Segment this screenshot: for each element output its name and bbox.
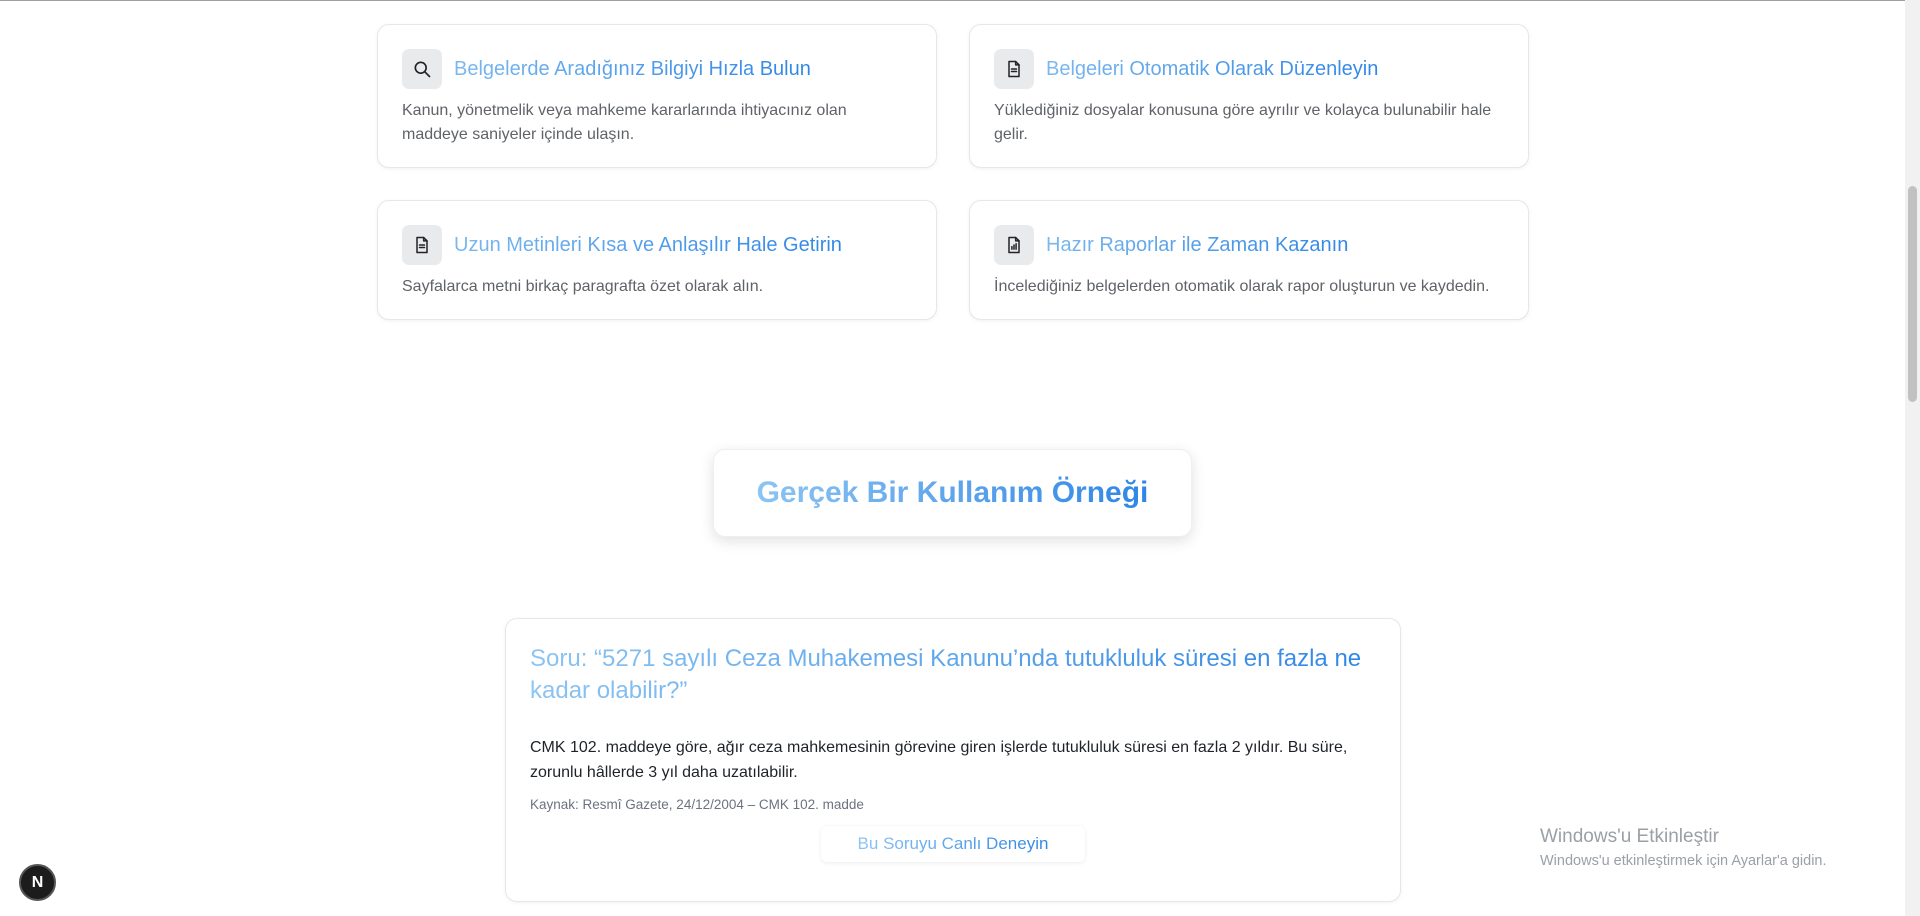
example-source: Kaynak: Resmî Gazete, 24/12/2004 – CMK 1…	[530, 797, 864, 812]
watermark-title: Windows'u Etkinleştir	[1540, 826, 1719, 847]
document-icon	[994, 49, 1034, 89]
nextjs-badge[interactable]: N	[19, 864, 56, 901]
example-question: Soru: “5271 sayılı Ceza Muhakemesi Kanun…	[530, 643, 1376, 707]
search-icon	[402, 49, 442, 89]
top-divider	[0, 0, 1905, 1]
feature-card-search: Belgelerde Aradığınız Bilgiyi Hızla Bulu…	[377, 24, 937, 168]
feature-title: Belgelerde Aradığınız Bilgiyi Hızla Bulu…	[454, 57, 811, 80]
feature-description: Sayfalarca metni birkaç paragrafta özet …	[402, 278, 764, 295]
watermark-subtitle: Windows'u etkinleştirmek için Ayarlar'a …	[1540, 853, 1827, 869]
page-scrollbar[interactable]	[1905, 0, 1920, 916]
section-heading: Gerçek Bir Kullanım Örneği	[713, 449, 1192, 537]
try-question-button[interactable]: Bu Soruyu Canlı Deneyin	[821, 826, 1085, 862]
feature-description: İncelediğiniz belgelerden otomatik olara…	[994, 278, 1490, 295]
feature-card-reports: Hazır Raporlar ile Zaman Kazanın İnceled…	[969, 200, 1529, 320]
example-card: Soru: “5271 sayılı Ceza Muhakemesi Kanun…	[505, 618, 1401, 902]
document-icon	[402, 225, 442, 265]
report-chart-icon	[994, 225, 1034, 265]
section-title: Gerçek Bir Kullanım Örneği	[756, 476, 1149, 509]
feature-description: Yüklediğiniz dosyalar konusuna göre ayrı…	[994, 102, 1492, 143]
example-answer: CMK 102. maddeye göre, ağır ceza mahkeme…	[530, 739, 1348, 781]
feature-card-organize: Belgeleri Otomatik Olarak Düzenleyin Yük…	[969, 24, 1529, 168]
feature-card-summarize: Uzun Metinleri Kısa ve Anlaşılır Hale Ge…	[377, 200, 937, 320]
feature-title: Uzun Metinleri Kısa ve Anlaşılır Hale Ge…	[454, 233, 842, 256]
feature-description: Kanun, yönetmelik veya mahkeme kararları…	[402, 102, 847, 143]
feature-title: Hazır Raporlar ile Zaman Kazanın	[1046, 233, 1349, 256]
try-question-label: Bu Soruyu Canlı Deneyin	[857, 834, 1049, 853]
feature-title: Belgeleri Otomatik Olarak Düzenleyin	[1046, 57, 1379, 80]
scrollbar-thumb[interactable]	[1908, 186, 1917, 402]
windows-activation-watermark: Windows'u Etkinleştir Windows'u etkinleş…	[1540, 826, 1827, 869]
